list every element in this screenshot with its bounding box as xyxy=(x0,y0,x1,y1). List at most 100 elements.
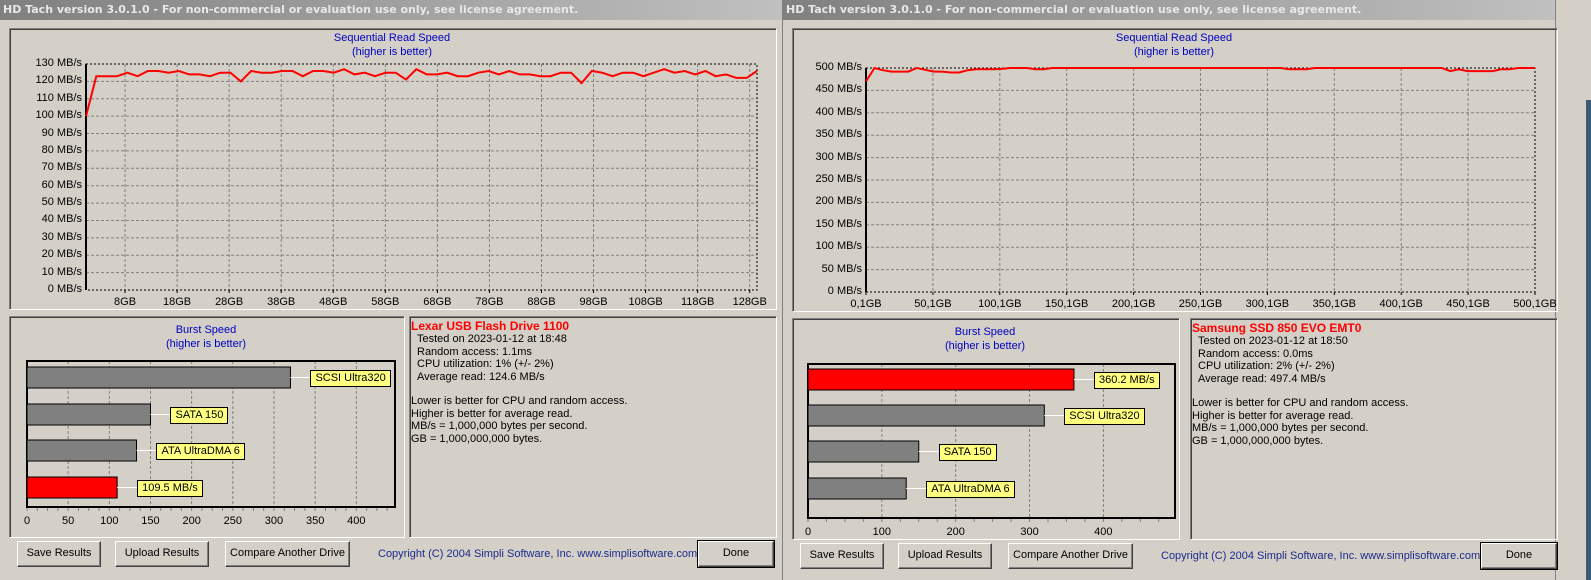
seq-y-tick-label: 80 MB/s xyxy=(41,143,82,156)
info-cpu: CPU utilization: 2% (+/- 2%) xyxy=(1198,360,1335,372)
hdtach-window-samsung: HD Tach version 3.0.1.0 - For non-commer… xyxy=(783,0,1558,580)
done-button[interactable]: Done xyxy=(697,540,775,568)
burst-bar-label: ATA UltraDMA 6 xyxy=(926,480,1015,498)
seq-y-tick-label: 60 MB/s xyxy=(41,178,82,191)
drive-name: Samsung SSD 850 EVO EMT0 xyxy=(1192,321,1362,335)
seq-x-tick-label: 450,1GB xyxy=(1446,298,1490,310)
burst-bar-label: SCSI Ultra320 xyxy=(1064,407,1145,425)
compare-another-drive-button[interactable]: Compare Another Drive xyxy=(225,541,350,567)
seq-y-tick-label: 20 MB/s xyxy=(41,248,82,261)
info-average: Average read: 497.4 MB/s xyxy=(1198,372,1326,385)
save-results-button[interactable]: Save Results xyxy=(17,541,101,567)
burst-bar-label: SCSI Ultra320 xyxy=(310,369,391,387)
seq-y-tick-label: 0 MB/s xyxy=(827,285,862,297)
seq-x-tick-label: 108GB xyxy=(628,296,663,308)
info-tested-on: Tested on 2023-01-12 at 18:50 xyxy=(1198,335,1348,347)
seq-y-tick-label: 30 MB/s xyxy=(41,230,82,243)
seq-x-tick-label: 8GB xyxy=(114,296,137,308)
info-note: GB = 1,000,000,000 bytes. xyxy=(411,432,543,445)
seq-y-tick-label: 350 MB/s xyxy=(815,128,862,141)
seq-x-tick-label: 18GB xyxy=(163,296,192,308)
seq-x-tick-label: 150,1GB xyxy=(1044,298,1089,310)
seq-y-tick-label: 50 MB/s xyxy=(821,262,862,275)
info-note: GB = 1,000,000,000 bytes. xyxy=(1192,434,1324,447)
burst-bar-label: SATA 150 xyxy=(170,406,229,424)
background-window-edge xyxy=(1586,100,1591,580)
seq-y-tick-label: 130 MB/s xyxy=(35,57,82,69)
burst-x-tick-label: 300 xyxy=(1020,526,1039,538)
seq-x-tick-label: 350,1GB xyxy=(1312,298,1356,310)
seq-y-tick-label: 50 MB/s xyxy=(41,196,82,209)
seq-x-tick-label: 68GB xyxy=(423,296,452,308)
info-note: MB/s = 1,000,000 bytes per second. xyxy=(1192,422,1369,434)
drive-name: Lexar USB Flash Drive 1100 xyxy=(411,319,570,333)
seq-x-tick-label: 58GB xyxy=(371,296,400,308)
seq-read-plot xyxy=(865,66,1536,295)
burst-x-tick-label: 400 xyxy=(1094,526,1113,538)
seq-y-tick-label: 40 MB/s xyxy=(41,213,82,226)
seq-y-tick-label: 500 MB/s xyxy=(815,61,862,73)
info-note: Lower is better for CPU and random acces… xyxy=(411,395,628,407)
save-results-button[interactable]: Save Results xyxy=(800,543,884,569)
seq-y-tick-label: 400 MB/s xyxy=(815,105,862,118)
info-note: Higher is better for average read. xyxy=(411,407,573,420)
burst-chart-subtitle: (higher is better) xyxy=(165,338,247,350)
seq-x-tick-label: 38GB xyxy=(267,296,296,308)
seq-y-tick-label: 110 MB/s xyxy=(36,91,82,104)
seq-read-plot xyxy=(85,63,758,293)
seq-x-tick-label: 250,1GB xyxy=(1178,298,1223,310)
seq-x-tick-label: 500,1GB xyxy=(1513,298,1557,310)
upload-results-button[interactable]: Upload Results xyxy=(115,541,209,567)
seq-y-tick-label: 150 MB/s xyxy=(815,217,862,230)
burst-x-tick-label: 200 xyxy=(946,526,965,538)
seq-x-tick-label: 0,1GB xyxy=(850,298,882,310)
hdtach-window-lexar: HD Tach version 3.0.1.0 - For non-commer… xyxy=(0,0,783,580)
seq-x-tick-label: 98GB xyxy=(579,296,608,308)
compare-another-drive-button[interactable]: Compare Another Drive xyxy=(1008,543,1133,569)
info-cpu: CPU utilization: 1% (+/- 2%) xyxy=(417,358,554,370)
done-button[interactable]: Done xyxy=(1480,542,1558,570)
seq-x-tick-label: 400,1GB xyxy=(1379,298,1423,310)
burst-bar-label: 109.5 MB/s xyxy=(137,479,203,497)
background-desktop xyxy=(1556,0,1591,580)
burst-chart-subtitle: (higher is better) xyxy=(944,340,1026,352)
seq-y-tick-label: 250 MB/s xyxy=(815,173,862,185)
info-note: Lower is better for CPU and random acces… xyxy=(1192,397,1409,409)
seq-x-tick-label: 100,1GB xyxy=(978,298,1022,310)
seq-y-tick-label: 10 MB/s xyxy=(41,265,82,278)
seq-x-tick-label: 128GB xyxy=(732,296,767,308)
seq-y-tick-label: 70 MB/s xyxy=(41,161,82,174)
seq-y-tick-label: 90 MB/s xyxy=(41,126,82,139)
seq-x-tick-label: 28GB xyxy=(215,296,244,308)
seq-y-tick-label: 0 MB/s xyxy=(47,283,82,295)
burst-chart-title: Burst Speed xyxy=(954,326,1016,338)
seq-y-tick-label: 300 MB/s xyxy=(815,150,862,163)
burst-x-tick-label: 0 xyxy=(804,526,812,538)
seq-x-tick-label: 50,1GB xyxy=(914,298,952,310)
info-random-access: Random access: 0.0ms xyxy=(1198,347,1313,360)
seq-y-tick-label: 100 MB/s xyxy=(815,240,862,253)
burst-x-tick-label: 100 xyxy=(872,526,891,538)
seq-y-tick-label: 450 MB/s xyxy=(815,83,862,96)
info-average: Average read: 124.6 MB/s xyxy=(417,370,545,383)
seq-y-tick-label: 120 MB/s xyxy=(35,74,82,87)
seq-x-tick-label: 118GB xyxy=(680,296,715,308)
copyright-text: Copyright (C) 2004 Simpli Software, Inc.… xyxy=(378,548,698,560)
burst-bar-label: SATA 150 xyxy=(938,443,997,461)
burst-chart-title: Burst Speed xyxy=(175,324,237,336)
upload-results-button[interactable]: Upload Results xyxy=(898,543,992,569)
info-note: Higher is better for average read. xyxy=(1192,409,1354,422)
seq-plot-frame xyxy=(85,63,758,291)
seq-x-tick-label: 300,1GB xyxy=(1245,298,1290,310)
seq-y-tick-label: 100 MB/s xyxy=(35,109,82,122)
burst-x-tick-label: 400 xyxy=(347,515,366,527)
seq-x-tick-label: 48GB xyxy=(319,296,348,308)
seq-y-tick-label: 200 MB/s xyxy=(815,195,862,208)
seq-read-line xyxy=(85,67,758,117)
seq-x-tick-label: 200,1GB xyxy=(1111,298,1156,310)
info-note: MB/s = 1,000,000 bytes per second. xyxy=(411,420,588,432)
copyright-text: Copyright (C) 2004 Simpli Software, Inc.… xyxy=(1161,550,1481,562)
info-tested-on: Tested on 2023-01-12 at 18:48 xyxy=(417,333,567,345)
seq-x-tick-label: 88GB xyxy=(527,296,556,308)
burst-bar-label: ATA UltraDMA 6 xyxy=(156,442,245,460)
